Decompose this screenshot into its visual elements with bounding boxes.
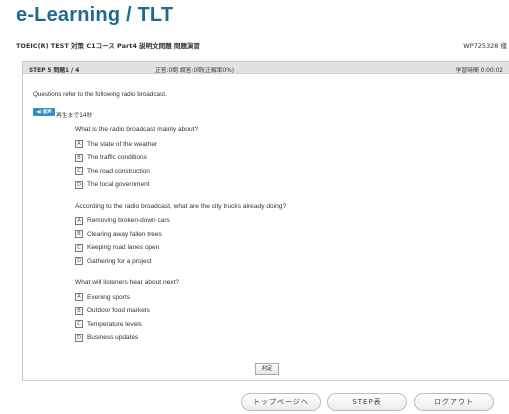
answer-option[interactable]: C The road construction <box>75 165 335 179</box>
answer-option[interactable]: C Temperature levels <box>75 318 335 332</box>
instructions: Questions refer to the following radio b… <box>33 91 167 98</box>
question-text: What will listeners hear about next? <box>75 279 180 286</box>
question-3: What will listeners hear about next? A Ev… <box>75 279 335 345</box>
top-page-button[interactable]: トップページへ <box>241 393 321 411</box>
question-list: What is the radio broadcast mainly about… <box>75 126 335 356</box>
answer-option[interactable]: A Removing broken-down cars <box>75 214 335 228</box>
audio-label: 音声 <box>42 110 52 115</box>
question-panel: STEP 5 問題1 / 4 正答:0問 誤答:0問(正解率0%) 学習時間 0… <box>22 61 509 381</box>
logout-button[interactable]: ログアウト <box>414 393 494 411</box>
option-letter-box[interactable]: A <box>75 293 83 302</box>
step-indicator: STEP 5 問題1 / 4 <box>29 68 80 74</box>
option-text: Evening sports <box>87 293 130 301</box>
playback-countdown: 再生まで14秒 <box>56 113 93 119</box>
course-title: TOEIC(R) TEST 対策 C1コース Part4 説明文問題 問題演習 <box>16 42 200 50</box>
option-letter-box[interactable]: C <box>75 320 83 329</box>
question-2: According to the radio broadcast, what a… <box>75 203 335 269</box>
option-text: The state of the weather <box>87 140 158 148</box>
option-text: Temperature levels <box>87 320 142 328</box>
speaker-icon: ◀) <box>36 109 42 115</box>
option-text: Removing broken-down cars <box>87 217 170 225</box>
option-text: Outdoor food markets <box>87 307 150 315</box>
answer-option[interactable]: B Clearing away fallen trees <box>75 228 335 242</box>
answer-option[interactable]: B Outdoor food markets <box>75 304 335 318</box>
option-letter-box[interactable]: B <box>75 230 83 239</box>
answer-option[interactable]: D Gathering for a project <box>75 255 335 269</box>
option-text: Keeping road lanes open <box>87 244 160 252</box>
option-text: The traffic conditions <box>87 154 147 162</box>
user-id: WP725328 様 <box>463 42 507 50</box>
answer-option[interactable]: D The local government <box>75 178 335 192</box>
score-summary: 正答:0問 誤答:0問(正解率0%) <box>155 68 235 74</box>
option-letter-box[interactable]: D <box>75 333 83 342</box>
option-letter-box[interactable]: D <box>75 180 83 189</box>
option-letter-box[interactable]: C <box>75 243 83 252</box>
question-text: What is the radio broadcast mainly about… <box>75 126 199 133</box>
answer-option[interactable]: D Business updates <box>75 331 335 345</box>
option-letter-box[interactable]: D <box>75 257 83 266</box>
audio-play-button[interactable]: ◀) 音声 <box>33 108 55 116</box>
study-timer: 学習時間 0:00:02 <box>455 68 503 74</box>
step-table-button[interactable]: STEP表 <box>327 393 407 411</box>
option-text: The road construction <box>87 167 150 175</box>
question-text: According to the radio broadcast, what a… <box>75 202 287 210</box>
answer-option[interactable]: A The state of the weather <box>75 138 335 152</box>
option-letter-box[interactable]: C <box>75 167 83 176</box>
status-bar: STEP 5 問題1 / 4 正答:0問 誤答:0問(正解率0%) 学習時間 0… <box>23 62 509 74</box>
option-letter-box[interactable]: A <box>75 216 83 225</box>
answer-option[interactable]: C Keeping road lanes open <box>75 241 335 255</box>
judge-button[interactable]: 判定 <box>255 363 279 375</box>
option-text: Gathering for a project <box>87 257 152 265</box>
option-text: Business updates <box>87 334 139 342</box>
option-letter-box[interactable]: B <box>75 306 83 315</box>
option-letter-box[interactable]: B <box>75 153 83 162</box>
option-text: The local government <box>87 181 150 189</box>
answer-option[interactable]: A Evening sports <box>75 291 335 305</box>
option-text: Clearing away fallen trees <box>87 230 162 238</box>
question-1: What is the radio broadcast mainly about… <box>75 126 335 192</box>
answer-option[interactable]: B The traffic conditions <box>75 151 335 165</box>
app-title: e-Learning / TLT <box>16 4 174 26</box>
option-letter-box[interactable]: A <box>75 140 83 149</box>
